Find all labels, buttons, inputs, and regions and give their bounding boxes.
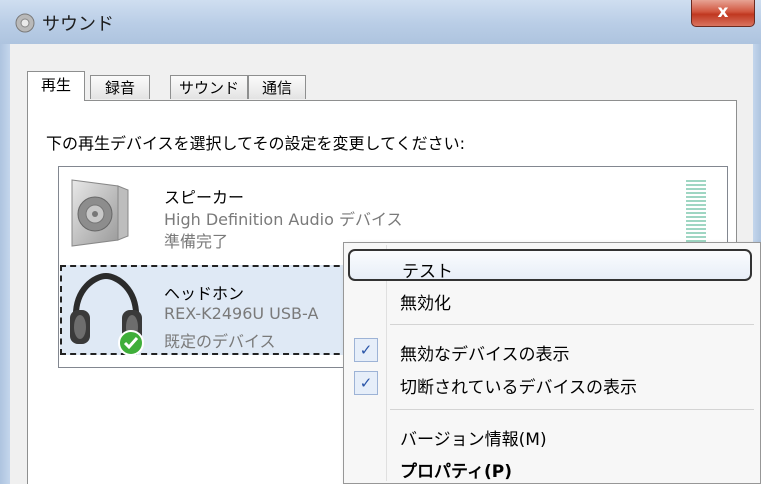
- sound-app-icon: [15, 13, 35, 33]
- speaker-description: High Definition Audio デバイス: [164, 210, 403, 229]
- window-title: サウンド: [42, 14, 114, 35]
- menu-item-properties-label: プロパティ(P): [400, 462, 512, 482]
- context-menu: テスト 無効化 ✓ 無効なデバイスの表示 ✓ 切断されているデバイスの表示 バー…: [343, 242, 761, 484]
- checkmark-icon: ✓: [354, 371, 378, 395]
- speaker-icon: [71, 179, 129, 247]
- menu-item-disable[interactable]: 無効化: [348, 283, 752, 315]
- menu-item-show-disabled-label: 無効なデバイスの表示: [400, 345, 570, 365]
- tab-recording[interactable]: 録音: [90, 75, 150, 99]
- speaker-status: 準備完了: [164, 232, 229, 251]
- menu-separator: [390, 324, 754, 325]
- menu-item-test-label: テスト: [402, 262, 453, 282]
- instruction-text: 下の再生デバイスを選択してその設定を変更してください:: [46, 134, 465, 153]
- checkmark-icon: ✓: [354, 338, 378, 362]
- window-frame-left: [0, 44, 10, 484]
- menu-item-properties[interactable]: プロパティ(P): [348, 451, 752, 483]
- menu-item-show-disconnected-label: 切断されているデバイスの表示: [400, 378, 637, 398]
- tab-playback[interactable]: 再生: [27, 71, 85, 101]
- title-bar[interactable]: サウンド x: [0, 0, 761, 44]
- speaker-name: スピーカー: [164, 188, 245, 207]
- menu-separator: [390, 409, 754, 410]
- headphones-name: ヘッドホン: [164, 284, 245, 303]
- headphones-description: REX-K2496U USB-A: [164, 304, 319, 323]
- menu-item-show-disabled-devices[interactable]: ✓ 無効なデバイスの表示: [348, 334, 752, 366]
- volume-meter: [686, 180, 706, 242]
- menu-item-about-label: バージョン情報(M): [400, 430, 547, 450]
- menu-item-about[interactable]: バージョン情報(M): [348, 419, 752, 451]
- menu-item-disable-label: 無効化: [400, 294, 451, 314]
- menu-item-test[interactable]: テスト: [348, 249, 752, 282]
- menu-item-show-disconnected-devices[interactable]: ✓ 切断されているデバイスの表示: [348, 367, 752, 399]
- default-device-check-icon: [118, 330, 144, 356]
- headphones-status: 既定のデバイス: [164, 332, 276, 351]
- close-button[interactable]: x: [691, 0, 755, 27]
- tab-sounds[interactable]: サウンド: [170, 75, 248, 99]
- tab-communications[interactable]: 通信: [248, 75, 306, 99]
